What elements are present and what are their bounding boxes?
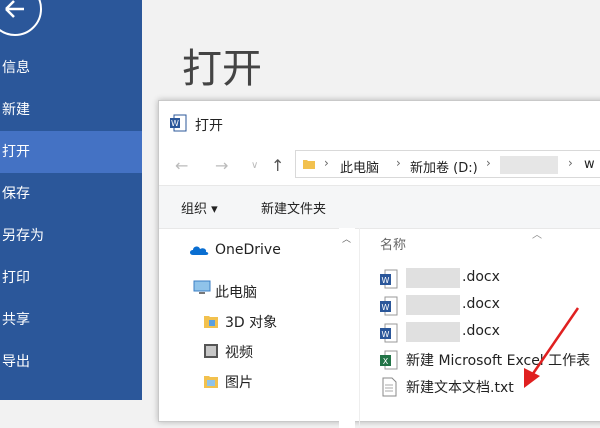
crumb-separator: ›: [324, 156, 329, 170]
forward-arrow-icon[interactable]: →: [215, 156, 228, 175]
crumb-this-pc[interactable]: 此电脑: [340, 157, 379, 176]
crumb-folder[interactable]: w: [584, 157, 595, 172]
file-row[interactable]: 新建文本文档.txt: [380, 376, 600, 398]
menu-save[interactable]: 保存: [0, 173, 142, 215]
menu-print[interactable]: 打印: [0, 257, 142, 299]
word-file-icon: W: [380, 323, 398, 343]
column-header-name[interactable]: 名称: [380, 234, 406, 253]
file-row[interactable]: W .docx: [380, 295, 600, 317]
svg-text:W: W: [382, 276, 390, 285]
menu-export[interactable]: 导出: [0, 341, 142, 383]
address-bar-row: ← → ∨ ↑ › 此电脑 › 新加卷 (D:) › › w: [159, 145, 600, 185]
menu-share[interactable]: 共享: [0, 299, 142, 341]
nav-item-this-pc[interactable]: 此电脑: [215, 282, 257, 302]
recent-chevron-icon[interactable]: ∨: [251, 160, 258, 171]
file-row[interactable]: X 新建 Microsoft Excel 工作表: [380, 349, 600, 371]
file-list: 名称 ︿ W .docx W .docx W .docx X 新建 Micros…: [360, 228, 600, 428]
svg-text:X: X: [383, 357, 389, 366]
video-icon: [204, 344, 218, 358]
nav-item-video[interactable]: 视频: [225, 342, 253, 362]
backstage-sidebar: 信息 新建 打开 保存 另存为 打印 共享 导出: [0, 0, 142, 400]
menu-new[interactable]: 新建: [0, 89, 142, 131]
folder-icon: [303, 160, 315, 169]
word-file-icon: W: [380, 296, 398, 316]
nav-scrollbar[interactable]: ︿: [339, 228, 355, 428]
word-file-icon: W: [380, 269, 398, 289]
up-arrow-icon[interactable]: ↑: [271, 156, 284, 175]
dialog-title: 打开: [195, 118, 223, 134]
computer-icon: [193, 280, 211, 294]
file-row[interactable]: W .docx: [380, 268, 600, 290]
file-name: 新建 Microsoft Excel 工作表: [406, 353, 591, 369]
sort-caret-icon: ︿: [532, 230, 542, 241]
onedrive-icon: [190, 246, 209, 255]
file-name: .docx: [462, 296, 500, 312]
crumb-separator: ›: [396, 156, 401, 170]
redacted-folder: [500, 156, 558, 174]
nav-item-onedrive[interactable]: OneDrive: [215, 242, 281, 258]
file-name: 新建文本文档.txt: [406, 380, 514, 396]
crumb-separator: ›: [568, 156, 573, 170]
nav-item-pictures[interactable]: 图片: [225, 372, 253, 392]
dialog-toolbar: 组织 ▾ 新建文件夹: [159, 185, 600, 229]
menu-open[interactable]: 打开: [0, 131, 142, 173]
menu-save-as[interactable]: 另存为: [0, 215, 142, 257]
svg-text:W: W: [382, 303, 390, 312]
open-dialog: W 打开 ← → ∨ ↑ › 此电脑 › 新加卷 (D:) › › w 组织 ▾…: [158, 100, 600, 428]
file-row[interactable]: W .docx: [380, 322, 600, 344]
file-name: .docx: [462, 269, 500, 285]
pictures-icon: [204, 376, 218, 388]
back-arrow-icon: [5, 0, 24, 18]
nav-item-3d-objects[interactable]: 3D 对象: [225, 312, 277, 332]
file-name: .docx: [462, 323, 500, 339]
svg-text:W: W: [171, 119, 179, 128]
crumb-drive-d[interactable]: 新加卷 (D:): [410, 157, 478, 176]
svg-text:W: W: [382, 330, 390, 339]
back-button[interactable]: [0, 0, 42, 36]
navigation-pane: OneDrive 此电脑 3D 对象 视频 图片: [159, 228, 355, 428]
scroll-up-chevron-icon[interactable]: ︿: [342, 232, 351, 245]
redacted-filename: [406, 295, 460, 315]
3d-objects-icon: [204, 316, 218, 328]
organize-button[interactable]: 组织 ▾: [181, 198, 218, 217]
redacted-filename: [406, 268, 460, 288]
text-file-icon: [382, 377, 397, 397]
back-arrow-icon[interactable]: ←: [175, 156, 188, 175]
dialog-titlebar: W 打开: [159, 101, 600, 145]
redacted-filename: [406, 322, 460, 342]
address-input[interactable]: › 此电脑 › 新加卷 (D:) › › w: [295, 150, 600, 178]
excel-file-icon: X: [380, 350, 398, 370]
menu-info[interactable]: 信息: [0, 47, 142, 89]
word-icon: W: [170, 114, 187, 132]
crumb-separator: ›: [486, 156, 491, 170]
new-folder-button[interactable]: 新建文件夹: [261, 198, 326, 217]
page-title: 打开: [182, 46, 262, 92]
